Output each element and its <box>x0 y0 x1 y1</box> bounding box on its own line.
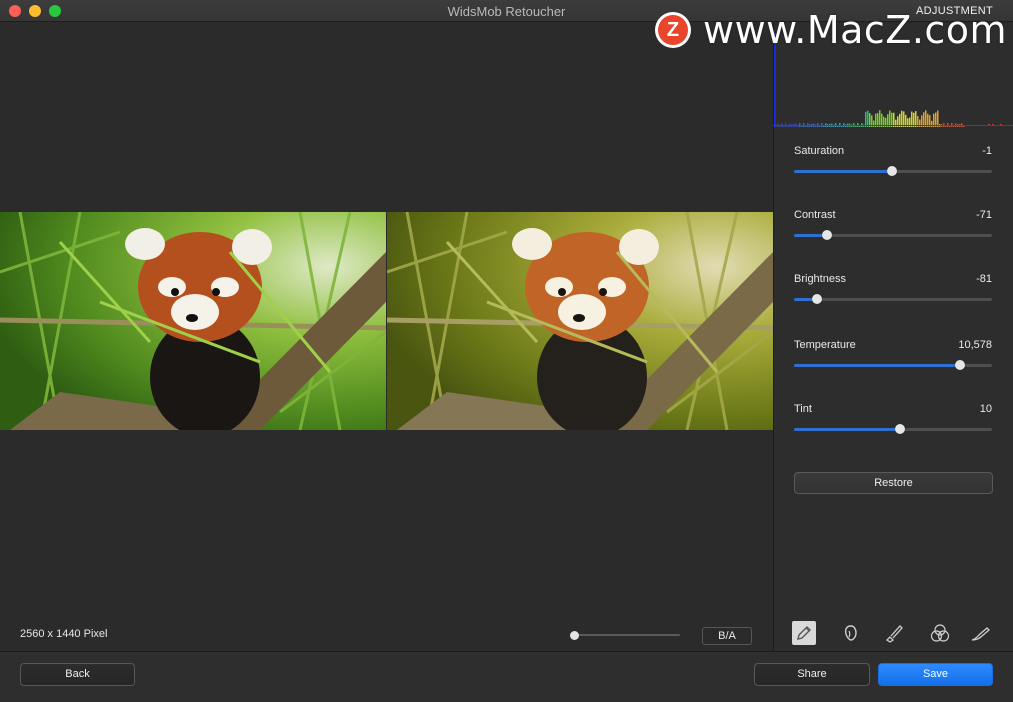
tint-label: Tint <box>794 403 812 415</box>
saturation-value: -1 <box>982 145 992 157</box>
slider-fill <box>794 170 892 173</box>
histogram-bar <box>931 120 933 127</box>
brightness-value: -81 <box>976 273 992 285</box>
slider-fill <box>794 428 900 431</box>
back-button[interactable]: Back <box>20 663 135 686</box>
slider-knob[interactable] <box>822 230 832 240</box>
histogram-bar <box>949 125 951 127</box>
after-image <box>387 212 773 430</box>
pen-icon[interactable] <box>969 621 993 645</box>
brush-icon[interactable] <box>882 621 906 645</box>
image-dimensions: 2560 x 1440 Pixel <box>20 628 108 640</box>
temperature-value: 10,578 <box>958 339 992 351</box>
restore-button[interactable]: Restore <box>794 472 993 494</box>
preview-canvas <box>0 23 773 651</box>
zoom-slider-track[interactable] <box>574 634 680 636</box>
histogram-bar <box>801 125 803 127</box>
histogram-bar <box>783 125 785 127</box>
tint-value: 10 <box>979 403 992 415</box>
before-after-toggle-button[interactable]: B/A <box>702 627 752 645</box>
histogram-divider <box>773 125 1013 126</box>
slider-fill <box>794 364 960 367</box>
watermark: Z www.MacZ.com <box>655 8 1007 52</box>
contrast-value: -71 <box>976 209 992 221</box>
watermark-logo: Z <box>655 12 691 48</box>
color-circles-icon[interactable] <box>928 621 952 645</box>
slider-knob[interactable] <box>895 424 905 434</box>
share-button[interactable]: Share <box>754 663 870 686</box>
before-image <box>0 212 386 430</box>
zoom-slider-knob[interactable] <box>570 631 579 640</box>
face-icon[interactable] <box>839 621 863 645</box>
histogram-bar <box>873 120 875 127</box>
slider-knob[interactable] <box>887 166 897 176</box>
saturation-label: Saturation <box>794 145 845 157</box>
slider-track[interactable] <box>794 298 992 301</box>
temperature-label: Temperature <box>794 339 856 351</box>
adjustment-panel <box>773 23 1013 651</box>
pencil-icon[interactable] <box>792 621 816 645</box>
slider-knob[interactable] <box>955 360 965 370</box>
slider-knob[interactable] <box>812 294 822 304</box>
watermark-text: www.MacZ.com <box>703 8 1008 52</box>
contrast-label: Contrast <box>794 209 836 221</box>
save-button[interactable]: Save <box>878 663 993 686</box>
brightness-label: Brightness <box>794 273 846 285</box>
